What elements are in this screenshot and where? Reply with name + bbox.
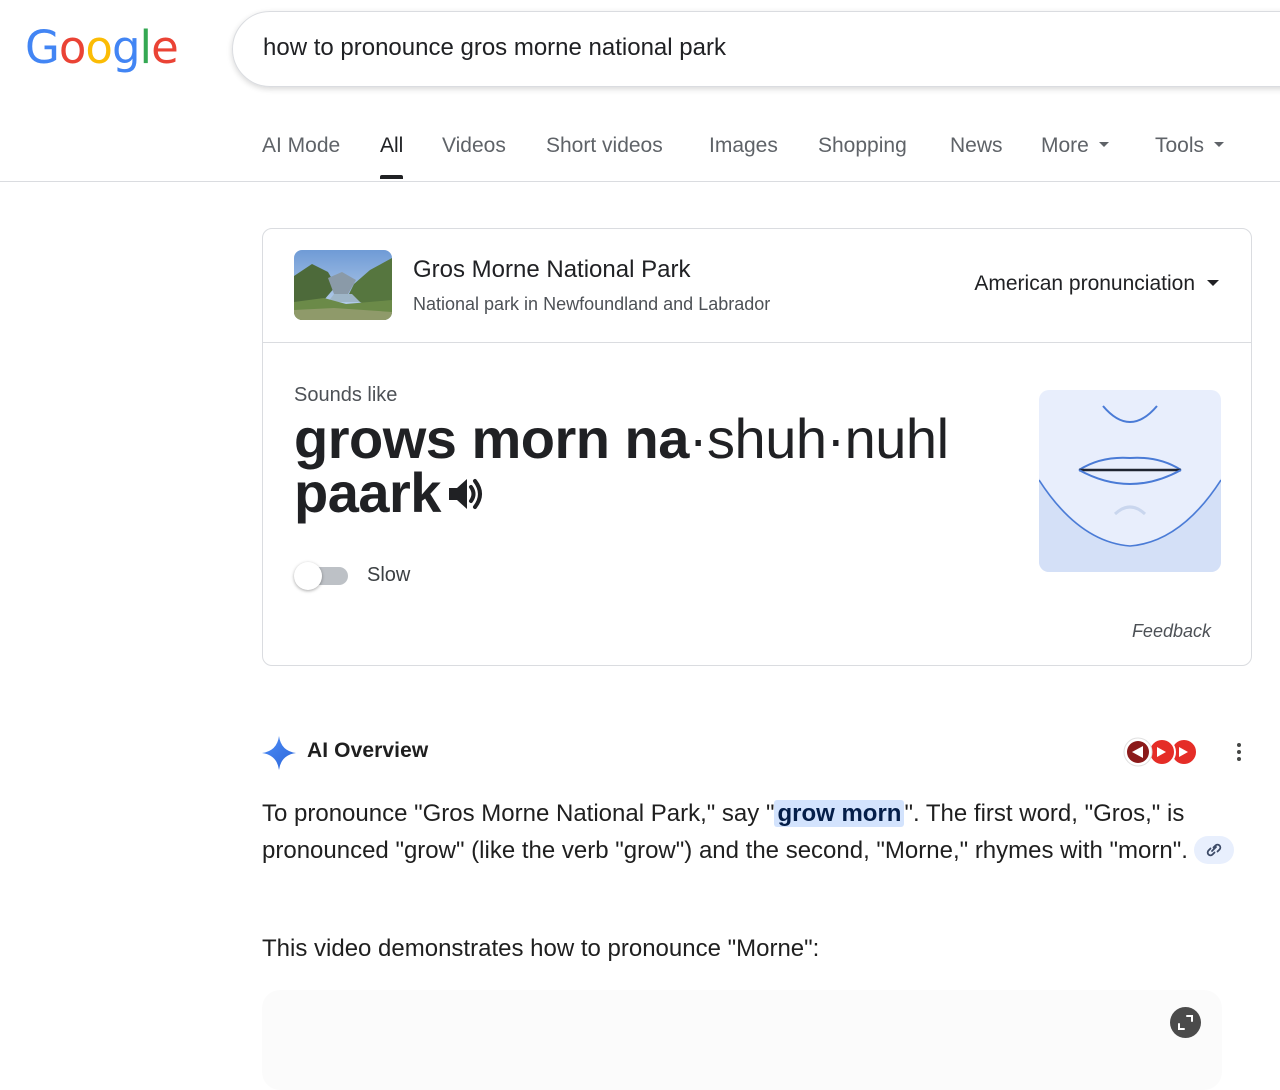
sounds-like-label: Sounds like (294, 384, 398, 406)
sparkle-icon (262, 736, 296, 775)
phonetic-second-line: paark (294, 461, 441, 524)
logo-letter: o (58, 21, 87, 74)
pronunciation-accent-select[interactable]: American pronunciation (974, 272, 1219, 296)
tab-more-label: More (1041, 134, 1089, 157)
source-favicons[interactable] (1122, 737, 1198, 767)
expand-icon[interactable] (1170, 1007, 1201, 1038)
entity-subtitle: National park in Newfoundland and Labrad… (413, 294, 771, 314)
logo-letter: G (25, 21, 60, 74)
ai-text-before: To pronounce "Gros Morne National Park,"… (262, 800, 775, 827)
tab-news[interactable]: News (950, 134, 1003, 158)
slow-toggle[interactable] (294, 562, 350, 590)
logo-letter: e (151, 21, 179, 74)
tab-more[interactable]: More (1041, 134, 1109, 158)
more-vert-icon[interactable] (1230, 740, 1248, 766)
syllable-dot: · (826, 407, 845, 470)
search-box[interactable]: how to pronounce gros morne national par… (232, 11, 1280, 87)
entity-header: Gros Morne National Park National park i… (263, 229, 1251, 343)
search-input[interactable]: how to pronounce gros morne national par… (263, 34, 726, 62)
tab-images[interactable]: Images (709, 134, 778, 158)
tab-videos[interactable]: Videos (442, 134, 506, 158)
chevron-down-icon (1214, 142, 1225, 148)
logo-letter: g (111, 21, 141, 74)
tab-all[interactable]: All (380, 134, 404, 179)
slow-label: Slow (367, 564, 411, 586)
phonetic-syllable: nuhl (844, 407, 949, 470)
accent-select-label: American pronunciation (974, 272, 1195, 295)
phonetic-spelling: grows morn na·shuh·nuhl paark (294, 411, 994, 521)
tab-short-videos[interactable]: Short videos (546, 134, 663, 158)
chevron-down-icon (1098, 142, 1109, 148)
ai-overview-title: AI Overview (307, 739, 429, 762)
google-logo[interactable]: Google (25, 21, 179, 74)
toggle-knob (294, 562, 322, 590)
logo-letter: l (139, 21, 152, 74)
dropdown-arrow-icon (1207, 279, 1219, 286)
ai-overview-paragraph: To pronounce "Gros Morne National Park,"… (262, 795, 1242, 869)
mouth-animation (1039, 390, 1221, 572)
header-divider (0, 181, 1280, 182)
tab-tools[interactable]: Tools (1155, 134, 1225, 158)
park-thumbnail[interactable] (294, 250, 392, 320)
phonetic-syllable: shuh (707, 407, 827, 470)
tab-tools-label: Tools (1155, 134, 1205, 157)
video-intro-text: This video demonstrates how to pronounce… (262, 935, 820, 962)
syllable-dot: · (688, 407, 708, 470)
highlighted-answer[interactable]: grow morn (774, 800, 905, 827)
video-embed[interactable] (262, 990, 1222, 1090)
tab-ai-mode[interactable]: AI Mode (262, 134, 340, 158)
speaker-icon[interactable] (447, 466, 485, 520)
source-link-chip[interactable] (1193, 835, 1234, 864)
pronunciation-card: Gros Morne National Park National park i… (262, 228, 1252, 666)
logo-letter: o (85, 21, 113, 74)
link-icon (1206, 843, 1222, 856)
feedback-link[interactable]: Feedback (1132, 621, 1211, 642)
tab-shopping[interactable]: Shopping (818, 134, 907, 158)
entity-title[interactable]: Gros Morne National Park (413, 256, 690, 284)
